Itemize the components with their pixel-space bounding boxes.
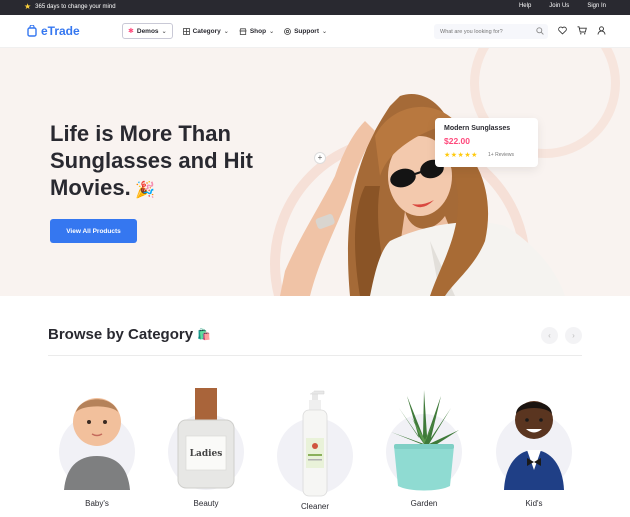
section-title: Browse by Category 🛍️ [48, 326, 211, 343]
nav-support[interactable]: Support ⌄ [284, 28, 327, 35]
chevron-down-icon: ⌄ [161, 28, 167, 35]
product-price: $22.00 [444, 136, 470, 146]
logo-text: eTrade [41, 24, 80, 38]
nav-shop-label: Shop [249, 27, 267, 35]
demos-icon: ✱ [128, 28, 134, 35]
search-input[interactable] [440, 27, 530, 36]
hero-banner: Life is More Than Sunglasses and Hit Mov… [0, 48, 630, 296]
section-divider [48, 355, 582, 356]
promo-text: 365 days to change your mind [35, 4, 116, 10]
top-links: Help Join Us Sign In [519, 3, 606, 9]
cart-logo-icon [27, 25, 37, 37]
site-logo[interactable]: eTrade [26, 24, 80, 38]
category-card-beauty[interactable]: Ladies Beauty [161, 378, 251, 517]
hotspot-plus-button[interactable]: + [314, 152, 326, 164]
grid-icon [182, 27, 190, 35]
product-hotspot-card[interactable]: Modern Sunglasses $22.00 ★★★★★ 1+ Review… [435, 118, 538, 167]
category-label: Kid's [525, 499, 543, 508]
star-icon: ★ [24, 2, 32, 11]
header-icons [558, 26, 606, 35]
party-popper-icon: 🎉 [130, 182, 156, 199]
baby-image [64, 398, 130, 490]
nav-category-label: Category [192, 27, 221, 35]
top-bar: ★ 365 days to change your mind Help Join… [0, 0, 630, 15]
svg-text:Ladies: Ladies [190, 449, 223, 459]
chevron-down-icon: ⌄ [269, 28, 275, 35]
nav-category[interactable]: Category ⌄ [182, 27, 229, 35]
carousel-prev-button[interactable]: ‹ [541, 327, 558, 344]
category-card-cleaner[interactable]: Cleaner [270, 378, 360, 517]
heart-icon[interactable] [558, 26, 567, 35]
nav-support-label: Support [294, 27, 320, 35]
search-box [434, 24, 548, 39]
hero-model-image [280, 94, 565, 296]
shop-icon [239, 27, 247, 35]
category-card-garden[interactable]: Garden [379, 378, 469, 517]
help-link[interactable]: Help [519, 3, 531, 9]
hero-title: Life is More Than Sunglasses and Hit Mov… [50, 121, 253, 200]
category-label: Garden [410, 499, 438, 508]
perfume-bottle-image: Ladies [177, 388, 235, 489]
user-icon[interactable] [597, 26, 606, 35]
sign-in-link[interactable]: Sign In [587, 3, 606, 9]
category-label: Baby's [85, 499, 109, 508]
category-label: Beauty [193, 499, 219, 508]
main-nav: ✱ Demos ⌄ Category ⌄ Shop ⌄ Support ⌄ [122, 23, 327, 39]
nav-demos-label: Demos [136, 27, 159, 35]
category-label: Cleaner [300, 502, 329, 511]
category-card-babys[interactable]: Baby's [52, 378, 142, 517]
search-icon[interactable] [536, 27, 544, 35]
kid-image [504, 401, 564, 490]
cart-icon[interactable] [577, 26, 587, 35]
category-card-kids[interactable]: Kid's [489, 378, 579, 517]
join-us-link[interactable]: Join Us [549, 3, 569, 9]
lotion-bottle-image [302, 390, 328, 497]
potted-plant-image [391, 390, 459, 491]
main-header: eTrade ✱ Demos ⌄ Category ⌄ Shop ⌄ Suppo… [0, 15, 630, 48]
shopping-bag-icon: 🛍️ [197, 329, 211, 341]
chevron-down-icon: ⌄ [223, 28, 229, 35]
support-icon [284, 27, 291, 35]
nav-demos[interactable]: ✱ Demos ⌄ [122, 23, 173, 39]
review-count: 1+ Reviews [488, 152, 514, 158]
view-all-products-button[interactable]: View All Products [50, 219, 137, 243]
nav-shop[interactable]: Shop ⌄ [239, 28, 274, 35]
carousel-next-button[interactable]: › [565, 327, 582, 344]
rating-stars: ★★★★★ [444, 152, 478, 159]
product-name: Modern Sunglasses [444, 125, 511, 132]
chevron-down-icon: ⌄ [322, 28, 328, 35]
promo-message: ★ 365 days to change your mind [24, 3, 116, 11]
